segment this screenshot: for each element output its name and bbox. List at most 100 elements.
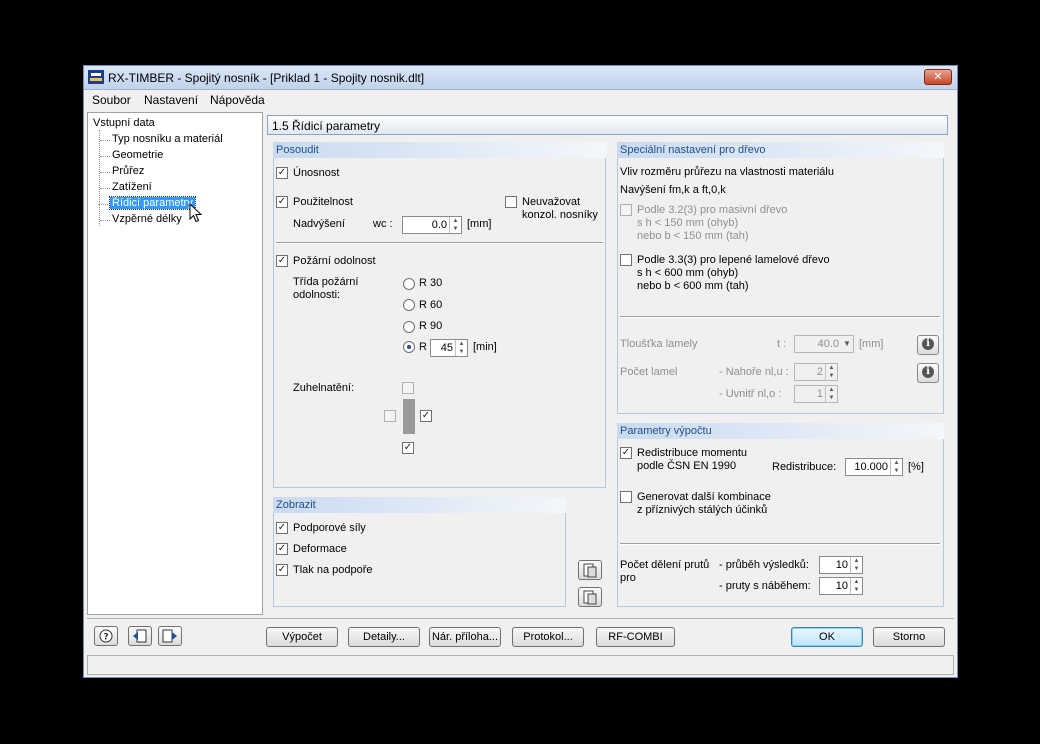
params-separator xyxy=(620,543,940,545)
nahore-input[interactable]: 2 ▲ ▼ xyxy=(794,363,838,381)
masivni-line-1: Podle 3.2(3) pro masivní dřevo xyxy=(637,204,788,216)
pruty-spinner[interactable]: ▲ ▼ xyxy=(850,578,862,594)
prubeh-value: 10 xyxy=(835,559,848,571)
storno-button[interactable]: Storno xyxy=(873,627,945,647)
lepene-line-3: nebo b < 600 mm (tah) xyxy=(637,280,749,292)
tree-item-typ-nosniku[interactable]: Typ nosníku a materiál xyxy=(100,133,223,145)
prubeh-input[interactable]: 10 ▲ ▼ xyxy=(819,556,863,574)
tree-root[interactable]: Vstupní data xyxy=(93,117,155,129)
tree-item-ridici-parametry[interactable]: Řídicí parametry xyxy=(98,196,196,210)
generovat-line-2: z příznivých stálých účinků xyxy=(637,504,768,516)
nahore-spinner[interactable]: ▲ ▼ xyxy=(825,364,837,380)
previous-button[interactable] xyxy=(128,626,152,646)
info-button-tloustka[interactable] xyxy=(917,335,939,355)
radio-r-custom[interactable] xyxy=(403,341,415,353)
pouzitelnost-checkbox[interactable]: ✓ xyxy=(276,196,288,208)
redistribuce-input[interactable]: 10.000 ▲ ▼ xyxy=(845,458,903,476)
trida-label-2: odolnosti: xyxy=(293,289,341,301)
window-title: RX-TIMBER - Spojitý nosník - [Priklad 1 … xyxy=(108,71,425,85)
zuhel-right-checkbox[interactable]: ✓ xyxy=(420,410,432,422)
pozarni-checkbox[interactable]: ✓ xyxy=(276,255,288,267)
r90-label: R 90 xyxy=(419,320,443,332)
wc-label: wc : xyxy=(373,218,393,230)
menu-soubor[interactable]: Soubor xyxy=(92,93,131,107)
tlak-na-podpore-checkbox[interactable]: ✓ xyxy=(276,564,288,576)
uvnitr-label: - Uvnitř nl,o : xyxy=(719,388,782,400)
group-zobrazit: Zobrazit ✓ Podporové síly ✓ Deformace ✓ … xyxy=(273,497,566,607)
neuvazovat-label: Neuvažovat xyxy=(522,196,581,208)
wc-unit: [mm] xyxy=(467,218,492,230)
pocet-deleni-line-2: pro xyxy=(620,572,636,584)
redistribuce-line-1: Redistribuce momentu xyxy=(637,447,748,459)
prubeh-label: - průběh výsledků: xyxy=(719,559,809,571)
zuhel-bottom-checkbox[interactable]: ✓ xyxy=(402,442,414,454)
generovat-line-1: Generovat další kombinace xyxy=(637,491,771,503)
wc-input[interactable]: 0.0 ▲ ▼ xyxy=(402,216,462,234)
lepene-line-1: Podle 3.3(3) pro lepené lamelové dřevo xyxy=(637,254,830,266)
unosnost-checkbox[interactable]: ✓ xyxy=(276,167,288,179)
group-special: Speciální nastavení pro dřevo Vliv rozmě… xyxy=(617,142,944,414)
redistribuce-label: Redistribuce: xyxy=(772,461,837,473)
uvnitr-input[interactable]: 1 ▲ ▼ xyxy=(794,385,838,403)
help-button[interactable]: ? xyxy=(94,626,118,646)
wc-value: 0.0 xyxy=(431,219,447,231)
tloustka-value: 40.0 xyxy=(817,338,839,350)
deformace-checkbox[interactable]: ✓ xyxy=(276,543,288,555)
export-button-1[interactable] xyxy=(578,560,602,580)
r60-label: R 60 xyxy=(419,299,443,311)
generovat-checkbox[interactable] xyxy=(620,491,632,503)
r30-label: R 30 xyxy=(419,277,443,289)
tree-item-zatizeni[interactable]: Zatížení xyxy=(100,181,152,193)
pruty-input[interactable]: 10 ▲ ▼ xyxy=(819,577,863,595)
tloustka-label: Tloušťka lamely xyxy=(620,338,698,350)
radio-r30[interactable] xyxy=(403,278,415,290)
menu-nastaveni[interactable]: Nastavení xyxy=(144,93,198,107)
vliv-label: Vliv rozměru průřezu na vlastnosti mater… xyxy=(620,166,834,178)
tree-item-prurez[interactable]: Průřez xyxy=(99,165,144,177)
prubeh-spinner[interactable]: ▲ ▼ xyxy=(850,557,862,573)
t-unit: [mm] xyxy=(859,338,884,350)
nahore-value: 2 xyxy=(816,366,823,378)
radio-r60[interactable] xyxy=(403,299,415,311)
nahore-label: - Nahoře nl,u : xyxy=(719,366,789,378)
navyseni-label: Navýšení fm,k a ft,0,k xyxy=(620,184,726,196)
export-button-2[interactable] xyxy=(578,587,602,607)
r-minutes-value: 45 xyxy=(440,342,453,354)
protokol-button[interactable]: Protokol... xyxy=(512,627,584,647)
wc-spinner[interactable]: ▲ ▼ xyxy=(449,217,461,233)
menu-napoveda[interactable]: Nápověda xyxy=(210,93,265,107)
zuhel-top-checkbox[interactable] xyxy=(402,382,414,394)
lepene-drevo-checkbox[interactable] xyxy=(620,254,632,266)
nar-priloha-button[interactable]: Nár. příloha... xyxy=(429,627,501,647)
menu-bar: Soubor Nastavení Nápověda xyxy=(84,90,957,110)
rf-combi-button[interactable]: RF-COMBI xyxy=(596,627,675,647)
group-posoudit: Posoudit ✓ Únosnost ✓ Použitelnost Neuva… xyxy=(273,142,606,488)
zuhel-left-checkbox[interactable] xyxy=(384,410,396,422)
masivni-line-3: nebo b < 150 mm (tah) xyxy=(637,230,749,242)
tloustka-dropdown[interactable]: 40.0 ▼ xyxy=(794,335,854,353)
podporove-sily-checkbox[interactable]: ✓ xyxy=(276,522,288,534)
vypocet-button[interactable]: Výpočet xyxy=(266,627,338,647)
info-button-lamely[interactable] xyxy=(917,363,939,383)
detaily-button[interactable]: Detaily... xyxy=(348,627,420,647)
tree-item-geometrie[interactable]: Geometrie xyxy=(99,149,163,161)
radio-r90[interactable] xyxy=(403,321,415,333)
uvnitr-spinner[interactable]: ▲ ▼ xyxy=(825,386,837,402)
pouzitelnost-label: Použitelnost xyxy=(293,196,353,208)
masivni-drevo-checkbox[interactable] xyxy=(620,204,632,216)
neuvazovat-checkbox[interactable] xyxy=(505,196,517,208)
group-params: Parametry výpočtu ✓ Redistribuce momentu… xyxy=(617,423,944,607)
next-button[interactable] xyxy=(158,626,182,646)
unosnost-label: Únosnost xyxy=(293,167,340,179)
r-minutes-spinner[interactable]: ▲ ▼ xyxy=(455,340,467,356)
redistribuce-spinner[interactable]: ▲ ▼ xyxy=(890,459,902,475)
pocet-deleni-line-1: Počet dělení prutů xyxy=(620,559,710,571)
pruty-label: - pruty s náběhem: xyxy=(719,580,811,592)
bottom-separator xyxy=(87,618,954,619)
tree-item-vzperne-delky[interactable]: Vzpěrné délky xyxy=(100,213,182,225)
redistribuce-checkbox[interactable]: ✓ xyxy=(620,447,632,459)
close-button[interactable]: ✕ xyxy=(924,69,952,85)
r-minutes-input[interactable]: 45 ▲ ▼ xyxy=(430,339,468,357)
ok-button[interactable]: OK xyxy=(791,627,863,647)
navigation-tree: Vstupní data Typ nosníku a materiál Geom… xyxy=(87,112,263,615)
